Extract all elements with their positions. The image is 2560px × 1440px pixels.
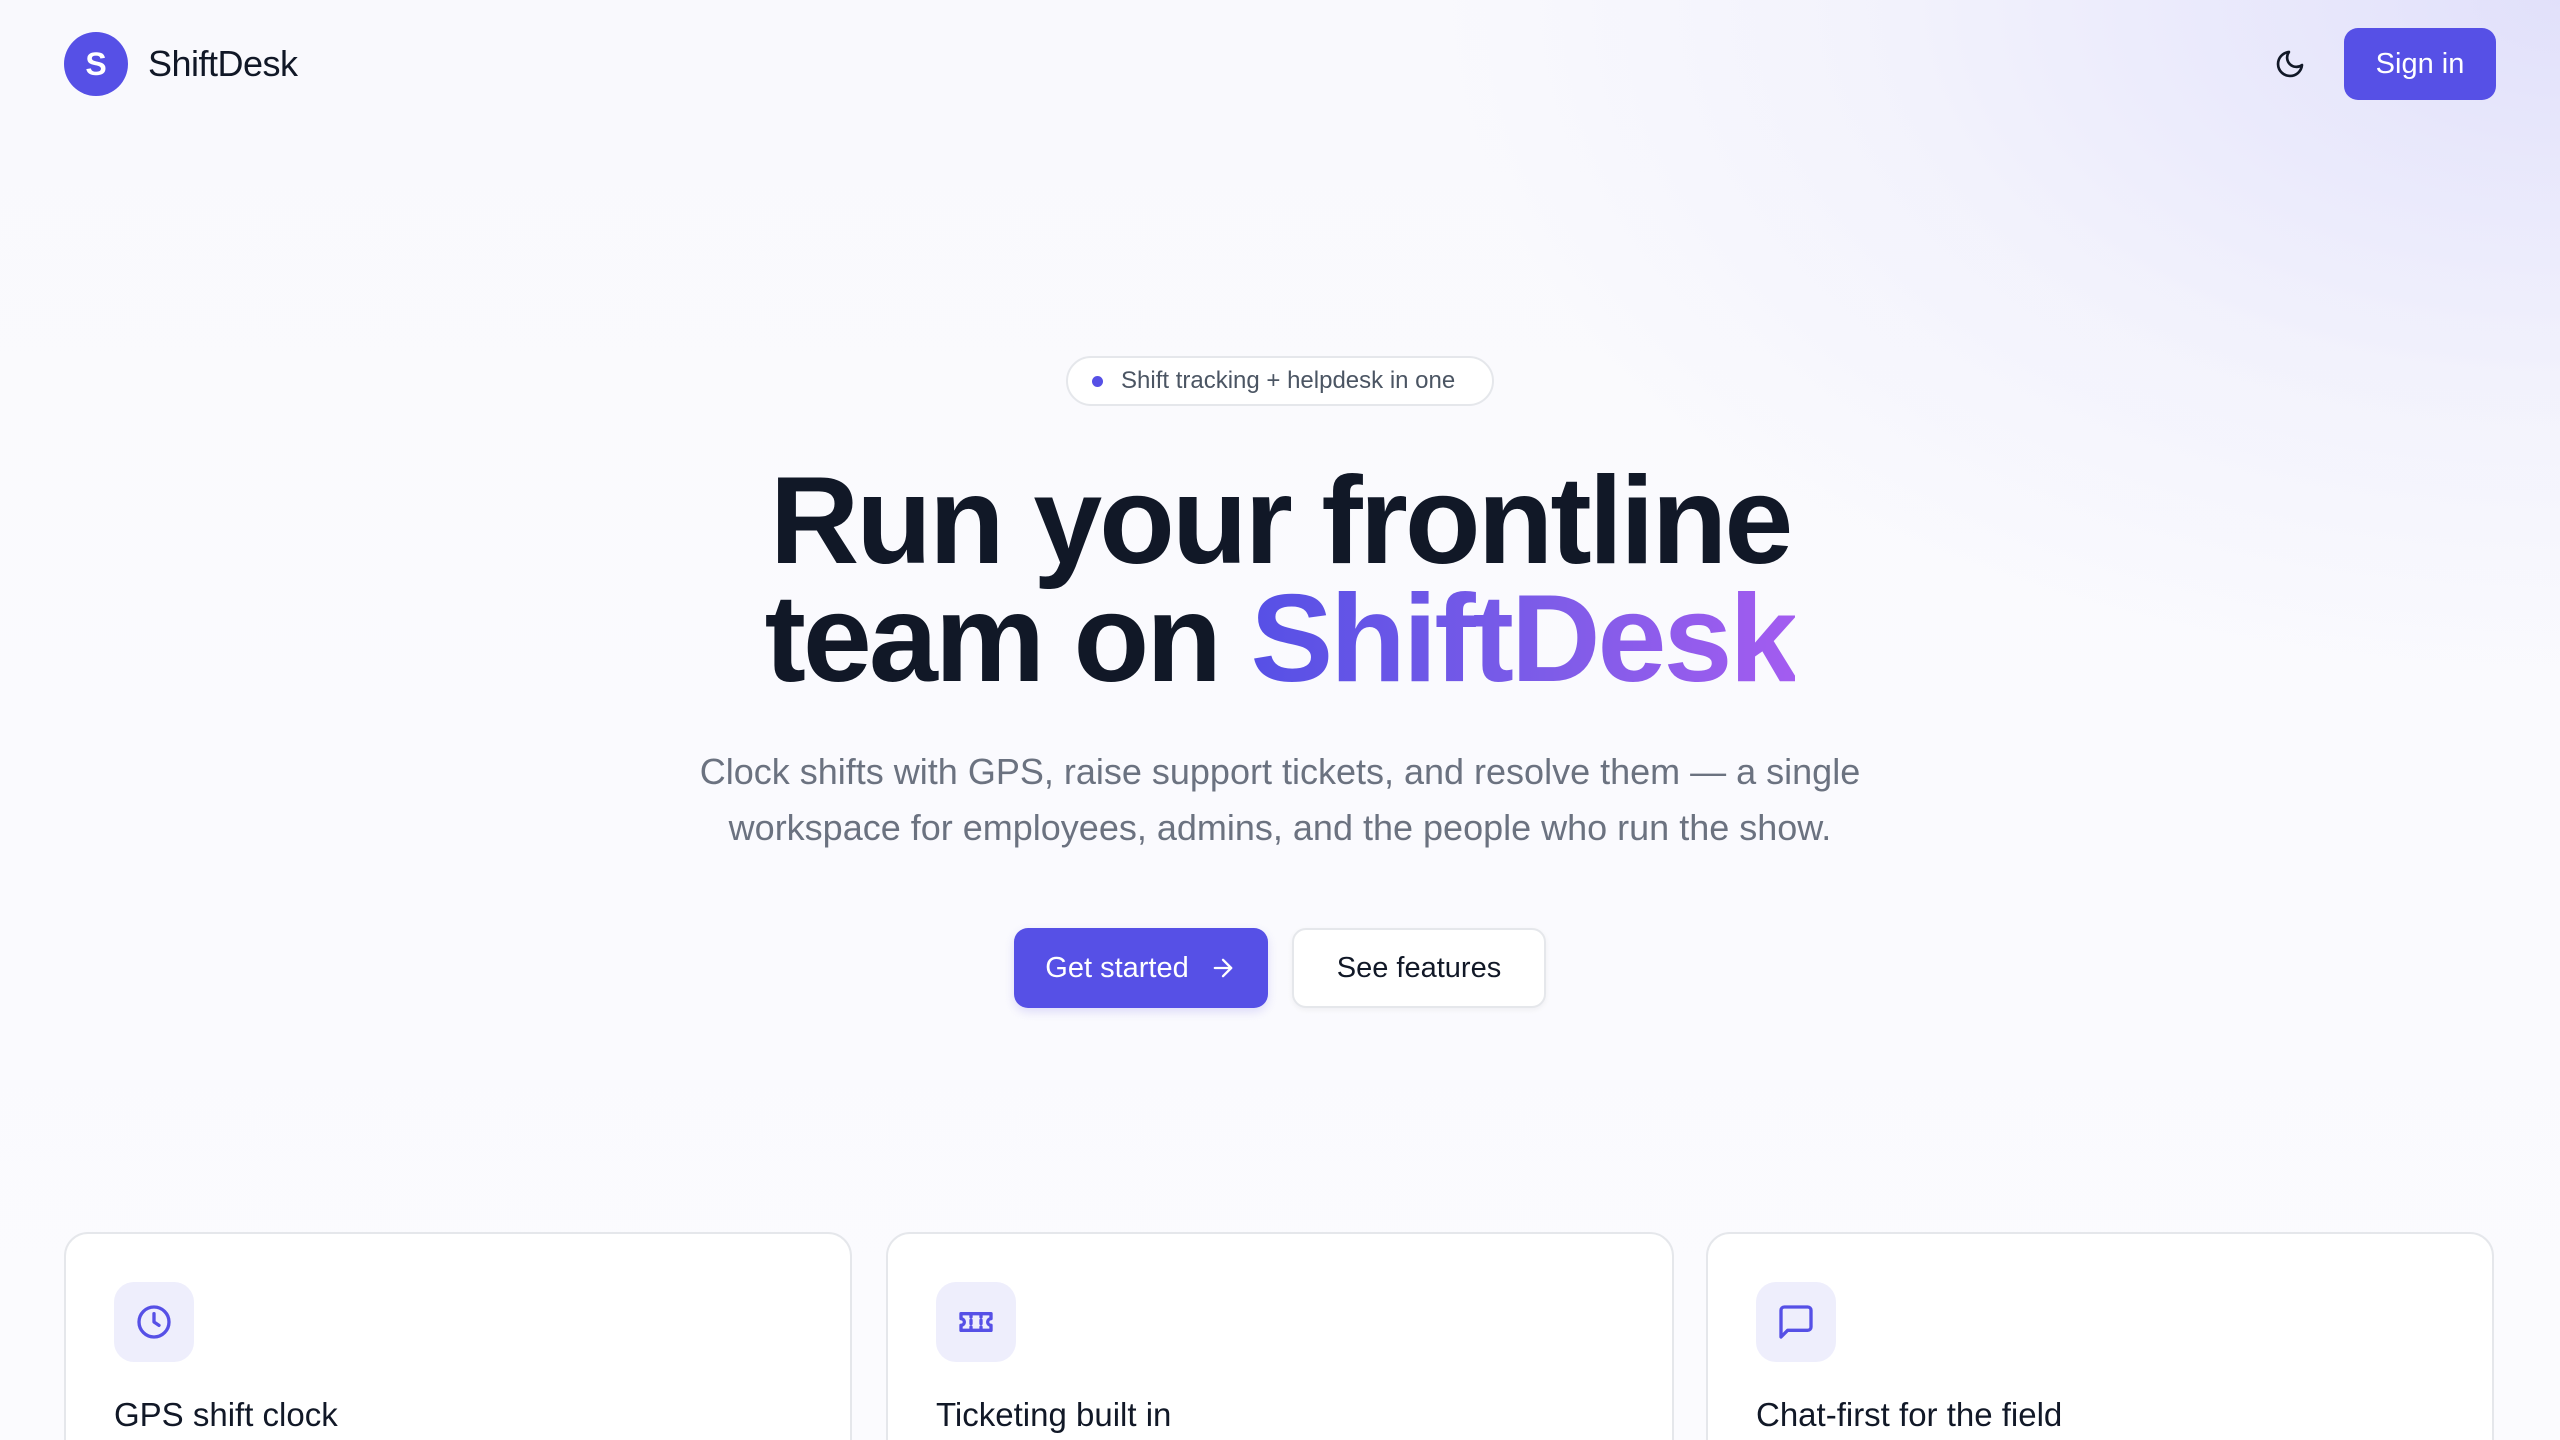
ticket-icon [936,1282,1016,1362]
badge-text: Shift tracking + helpdesk in one [1121,367,1456,394]
top-nav: S ShiftDesk Sign in [0,0,2560,130]
sign-in-button[interactable]: Sign in [2344,28,2496,100]
badge-dot [1092,375,1103,387]
brand-name: ShiftDesk [148,43,298,84]
arrow-right-icon [1209,954,1237,982]
hero-subtitle-line-2: workspace for employees, admins, and the… [728,807,1832,848]
feature-title: GPS shift clock [114,1396,338,1433]
hero-title-line-1: Run your frontline [769,452,1794,590]
see-features-button[interactable]: See features [1292,928,1546,1008]
get-started-button[interactable]: Get started [1014,928,1268,1008]
moon-icon [2276,50,2304,78]
chat-icon [1756,1282,1836,1362]
hero-title-line-2: team on ShiftDesk [0,577,2560,701]
feature-card-ticketing: Ticketing built in [886,1232,1674,1440]
clock-icon [114,1282,194,1362]
theme-toggle-button[interactable] [2262,38,2318,90]
hero-subtitle: Clock shifts with GPS, raise support tic… [0,744,2560,856]
hero-title-accent: ShiftDesk [1250,570,1798,708]
hero-title: Run your frontline team on ShiftDesk [0,452,2560,701]
brand[interactable]: S ShiftDesk [64,32,298,96]
hero-badge: Shift tracking + helpdesk in one [1066,356,1494,406]
hero-subtitle-line-1: Clock shifts with GPS, raise support tic… [699,751,1861,792]
feature-card-chat: Chat-first for the field [1706,1232,2494,1440]
feature-card-gps-clock: GPS shift clock [64,1232,852,1440]
feature-title: Chat-first for the field [1756,1396,2063,1433]
hero-title-prefix: team on [764,570,1251,708]
get-started-label: Get started [1045,951,1189,984]
landing-page: S ShiftDesk Sign in Shift tracking + hel… [0,0,2560,1440]
brand-logo: S [64,32,128,96]
feature-title: Ticketing built in [936,1396,1172,1433]
